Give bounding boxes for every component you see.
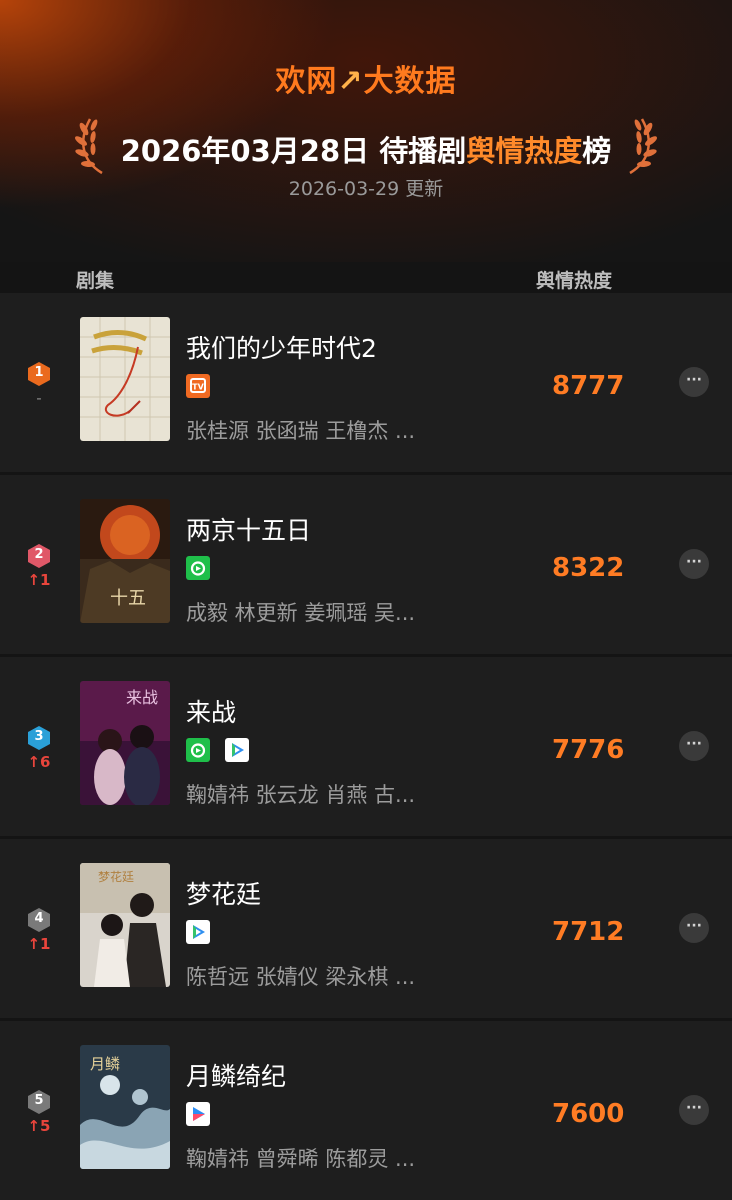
more-options-button[interactable]: ···: [679, 549, 709, 579]
iqiyi-icon[interactable]: [186, 738, 210, 762]
rank-block: 3 ↑6: [26, 725, 52, 771]
rank-number: 4: [34, 911, 44, 926]
heat-value: 8322: [552, 553, 625, 583]
svg-text:十五: 十五: [110, 588, 146, 609]
rank-change: -: [36, 389, 42, 407]
title-highlight: 舆情热度: [466, 134, 583, 168]
column-header: 剧集 舆情热度: [0, 262, 732, 294]
cast-list: 陈哲远 张婧仪 梁永棋 ...: [186, 965, 416, 989]
rank-badge: 3: [26, 725, 52, 751]
svg-text:来战: 来战: [126, 688, 158, 707]
brand-name: 欢网: [275, 64, 338, 99]
rank-number: 2: [34, 547, 44, 562]
title-suffix: 榜: [582, 134, 612, 168]
svg-text:月鳞: 月鳞: [90, 1055, 120, 1073]
iqiyi-icon[interactable]: [186, 556, 210, 580]
cast-list: 成毅 林更新 姜珮瑶 吴...: [186, 601, 416, 625]
rank-badge: 1: [26, 361, 52, 387]
brand-suffix: 大数据: [363, 64, 457, 99]
rank-number: 1: [34, 365, 44, 380]
rank-change: ↑1: [27, 571, 51, 589]
rank-badge: 2: [26, 543, 52, 569]
poster-image[interactable]: 梦花廷: [80, 863, 170, 987]
rank-number: 5: [34, 1093, 44, 1108]
heat-value: 7600: [552, 1099, 625, 1129]
rank-badge: 4: [26, 907, 52, 933]
more-options-button[interactable]: ···: [679, 1095, 709, 1125]
heat-value: 7776: [552, 735, 625, 765]
brand-mark-icon: ↗: [337, 64, 364, 99]
rank-block: 2 ↑1: [26, 543, 52, 589]
series-title[interactable]: 月鳞绮纪: [186, 1057, 286, 1093]
rank-number: 3: [34, 729, 44, 744]
brand-logo: 欢网↗大数据: [0, 56, 732, 100]
list-item[interactable]: 2 ↑1 十五 两京十五日 成毅 林更新 姜珮瑶 吴... 8322 ···: [0, 475, 732, 654]
rank-block: 4 ↑1: [26, 907, 52, 953]
poster-image[interactable]: 十五: [80, 499, 170, 623]
poster-image[interactable]: 月鳞: [80, 1045, 170, 1169]
platform-list: [186, 738, 259, 762]
svg-text:TV: TV: [192, 383, 204, 392]
heat-value: 8777: [552, 371, 625, 401]
rank-change: ↑6: [27, 753, 51, 771]
series-title[interactable]: 两京十五日: [186, 511, 311, 547]
cast-list: 鞠婧祎 曾舜晞 陈都灵 ...: [186, 1147, 416, 1171]
rank-block: 1 -: [26, 361, 52, 407]
heat-value: 7712: [552, 917, 625, 947]
update-time: 2026-03-29 更新: [288, 178, 444, 200]
list-item[interactable]: 1 - 我们的少年时代2 TV 张桂源 张函瑞 王橹杰 ... 8777 ···: [0, 293, 732, 472]
column-heat: 舆情热度: [536, 270, 613, 292]
rank-badge: 5: [26, 1089, 52, 1115]
more-options-button[interactable]: ···: [679, 731, 709, 761]
header-banner: 欢网↗大数据 2026年03月28日 待播剧舆情热度榜 2026-03-29 更…: [0, 0, 732, 262]
platform-list: TV: [186, 374, 220, 398]
youku-icon[interactable]: [186, 1102, 210, 1126]
poster-image[interactable]: 来战: [80, 681, 170, 805]
more-options-button[interactable]: ···: [679, 367, 709, 397]
list-item[interactable]: 4 ↑1 梦花廷 梦花廷 陈哲远 张婧仪 梁永棋 ... 7712 ···: [0, 839, 732, 1018]
more-options-button[interactable]: ···: [679, 913, 709, 943]
platform-list: [186, 1102, 220, 1126]
series-title[interactable]: 梦花廷: [186, 875, 261, 911]
platform-list: [186, 920, 220, 944]
series-title[interactable]: 我们的少年时代2: [186, 329, 377, 365]
laurel-right-icon: [629, 118, 657, 175]
cast-list: 张桂源 张函瑞 王橹杰 ...: [186, 419, 416, 443]
series-title[interactable]: 来战: [186, 693, 236, 729]
cast-list: 鞠婧祎 张云龙 肖燕 古...: [186, 783, 416, 807]
rank-change: ↑1: [27, 935, 51, 953]
title-date-prefix: 2026年03月28日 待播剧: [120, 134, 467, 168]
mangotv-icon[interactable]: TV: [186, 374, 210, 398]
poster-image[interactable]: [80, 317, 170, 441]
platform-list: [186, 556, 220, 580]
tencent-video-icon[interactable]: [186, 920, 210, 944]
list-item[interactable]: 3 ↑6 来战 来战 鞠婧祎 张云龙 肖燕 古... 7776 ···: [0, 657, 732, 836]
rank-block: 5 ↑5: [26, 1089, 52, 1135]
column-series: 剧集: [76, 270, 115, 292]
tencent-video-icon[interactable]: [225, 738, 250, 762]
svg-text:梦花廷: 梦花廷: [98, 869, 134, 884]
rank-change: ↑5: [27, 1117, 51, 1135]
list-item[interactable]: 5 ↑5 月鳞 月鳞绮纪 鞠婧祎 曾舜晞 陈都灵 ... 7600 ···: [0, 1021, 732, 1200]
